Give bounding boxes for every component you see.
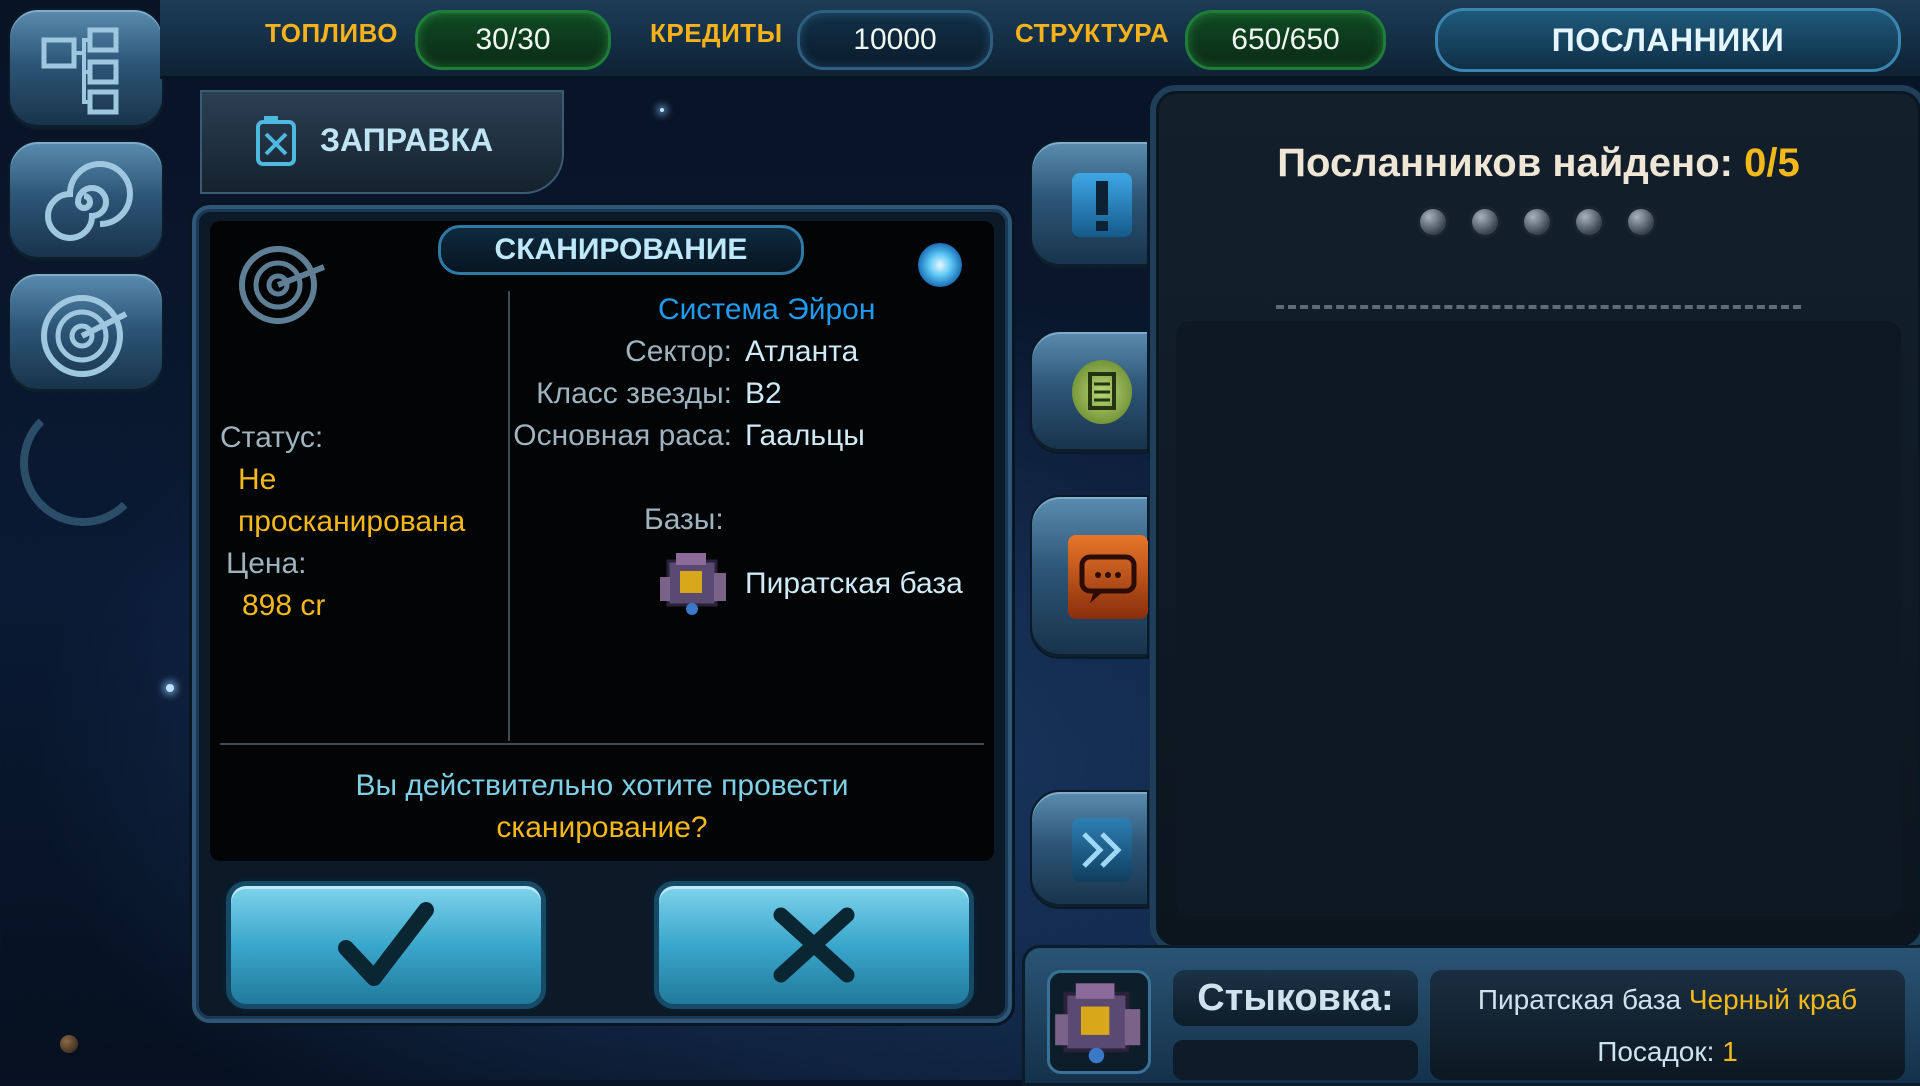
credits-value: 10000 bbox=[797, 10, 993, 70]
radar-icon bbox=[239, 246, 326, 324]
fuel-label: ТОПЛИВО bbox=[265, 18, 398, 48]
docking-landings-line: Посадок: 1 bbox=[1430, 1036, 1905, 1068]
sector-value: Атланта bbox=[745, 335, 859, 368]
system-name: Система Эйрон bbox=[658, 293, 876, 326]
star bbox=[166, 684, 174, 692]
bases-label: Базы: bbox=[644, 503, 724, 536]
pirate-base-icon bbox=[1055, 983, 1141, 1064]
confirm-question-line1: Вы действительно хотите провести bbox=[355, 769, 849, 802]
docking-info: Пиратская база Черный краб Посадок: 1 bbox=[1430, 970, 1905, 1080]
landings-label: Посадок: bbox=[1597, 1036, 1715, 1067]
status-value-line1: Не bbox=[238, 463, 277, 496]
confirm-question-line2: сканирование? bbox=[496, 811, 708, 844]
chat-bubble-icon bbox=[1068, 535, 1148, 619]
envoys-found-value: 0/5 bbox=[1744, 141, 1800, 185]
dashed-divider bbox=[1276, 305, 1801, 309]
side-button-alert[interactable] bbox=[1030, 140, 1149, 269]
confirm-button[interactable] bbox=[226, 881, 546, 1009]
docking-base-name: Черный краб bbox=[1688, 984, 1858, 1015]
spiral-galaxy-icon bbox=[45, 161, 133, 241]
envoy-slot bbox=[1628, 209, 1654, 235]
envoy-slot bbox=[1524, 209, 1550, 235]
rail-button-galaxy[interactable] bbox=[8, 140, 164, 262]
envoy-slot bbox=[1576, 209, 1602, 235]
side-button-forward[interactable] bbox=[1030, 790, 1149, 909]
status-label: Статус: bbox=[220, 421, 324, 454]
rail-button-map[interactable] bbox=[8, 8, 164, 130]
scan-dialog: СКАНИРОВАНИЕ Статус: Не просканирована Ц… bbox=[192, 205, 1012, 1023]
envoys-found-heading: Посланников найдено: 0/5 bbox=[1156, 141, 1920, 186]
row-divider bbox=[220, 743, 984, 745]
star-class-value: B2 bbox=[745, 377, 782, 410]
document-icon bbox=[1072, 360, 1132, 424]
network-map-icon bbox=[41, 27, 119, 115]
alert-icon bbox=[1072, 172, 1132, 237]
docking-bar: Стыковка: Пиратская база Черный краб Пос… bbox=[1022, 945, 1920, 1086]
docked-base-thumbnail[interactable] bbox=[1047, 970, 1151, 1074]
race-label: Основная раса: bbox=[513, 419, 732, 452]
left-menu-rail bbox=[0, 0, 180, 526]
cross-icon bbox=[773, 907, 855, 983]
tab-refuel[interactable]: ЗАПРАВКА bbox=[200, 90, 564, 194]
sector-label: Сектор: bbox=[625, 335, 732, 368]
landings-value: 1 bbox=[1722, 1036, 1738, 1067]
refuel-label: ЗАПРАВКА bbox=[320, 122, 494, 158]
docking-base-type: Пиратская база bbox=[1477, 984, 1682, 1015]
credits-label: КРЕДИТЫ bbox=[650, 18, 783, 48]
star-class-label: Класс звезды: bbox=[536, 377, 732, 410]
star bbox=[660, 108, 664, 112]
envoys-list-area bbox=[1176, 321, 1901, 916]
rail-cable bbox=[20, 400, 146, 526]
fuel-value: 30/30 bbox=[415, 10, 611, 70]
structure-label: СТРУКТУРА bbox=[1015, 18, 1170, 48]
side-button-dialog[interactable] bbox=[1030, 495, 1149, 659]
star-orb-icon bbox=[918, 243, 962, 287]
docking-base-line: Пиратская база Черный краб bbox=[1430, 984, 1905, 1016]
cancel-button[interactable] bbox=[654, 881, 974, 1009]
price-value: 898 cr bbox=[242, 589, 326, 622]
pirate-base-icon bbox=[656, 547, 732, 619]
price-label: Цена: bbox=[226, 547, 307, 580]
race-value: Гаальцы bbox=[745, 419, 865, 452]
status-value-line2: просканирована bbox=[238, 505, 466, 538]
envoys-found-label: Посланников найдено: bbox=[1277, 141, 1733, 185]
radar-icon bbox=[41, 295, 128, 377]
fuel-canister-icon bbox=[256, 116, 296, 166]
envoy-slot bbox=[1472, 209, 1498, 235]
scan-title: СКАНИРОВАНИЕ bbox=[438, 225, 804, 275]
double-chevron-right-icon bbox=[1072, 817, 1132, 882]
tab-envoys[interactable]: ПОСЛАННИКИ bbox=[1435, 8, 1901, 72]
structure-value: 650/650 bbox=[1185, 10, 1386, 70]
checkmark-icon bbox=[338, 902, 434, 986]
side-button-log[interactable] bbox=[1030, 330, 1149, 454]
rail-button-radar[interactable] bbox=[8, 272, 164, 394]
column-divider bbox=[508, 291, 510, 741]
asteroid bbox=[60, 1035, 78, 1053]
envoys-panel: Посланников найдено: 0/5 bbox=[1150, 85, 1920, 952]
base-name: Пиратская база bbox=[745, 567, 963, 600]
docking-label: Стыковка: bbox=[1173, 970, 1418, 1026]
envoy-slot bbox=[1420, 209, 1446, 235]
scan-info-area: СКАНИРОВАНИЕ Статус: Не просканирована Ц… bbox=[210, 221, 994, 861]
docking-label-base bbox=[1173, 1040, 1418, 1080]
